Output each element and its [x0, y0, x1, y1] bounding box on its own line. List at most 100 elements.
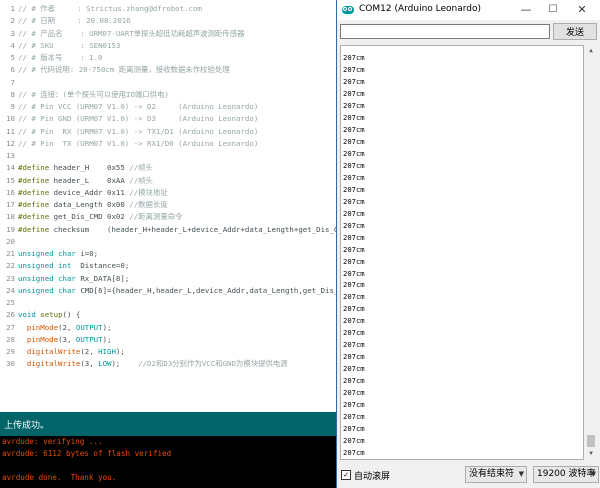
scroll-up-arrow-icon[interactable]: ▲: [585, 45, 597, 57]
code-line: 1// # 作者 : Strictus.zhang@dfrobot.com: [0, 3, 336, 15]
code-token: );: [102, 322, 112, 332]
console-line: avrdude: verifying ...: [2, 437, 103, 446]
line-number: 26: [6, 310, 15, 320]
serial-output-line: 207cm: [343, 184, 365, 194]
chevron-down-icon: ▼: [590, 470, 596, 478]
line-number: 24: [6, 285, 15, 295]
baud-rate-select[interactable]: 19200 波特率 ▼: [533, 466, 599, 483]
code-line: 28 pinMode(3, OUTPUT);: [0, 334, 336, 346]
line-number: 27: [6, 322, 15, 332]
line-code: // # SKU : SEN0153: [18, 40, 120, 52]
serial-output-area[interactable]: 207cm 207cm 207cm 207cm 207cm 207cm 207cm 207cm…: [340, 45, 584, 460]
code-token: OUTPUT: [75, 334, 103, 344]
serial-output-line: 207cm: [343, 340, 365, 350]
send-button[interactable]: 发送: [553, 23, 597, 40]
serial-output-scrollbar[interactable]: ▲ ▼: [585, 45, 597, 460]
line-code: digitalWrite(3, LOW); //D2和D3分别作为VCC和GND…: [18, 358, 288, 370]
code-line: 14 #define header_H 0x55 //帧头: [0, 162, 336, 174]
code-token: header_H 0x55: [49, 163, 130, 173]
line-number: 6: [10, 65, 15, 75]
serial-monitor-window: COM12 (Arduino Leonardo) — ☐ ✕ 发送 207cm 2…: [336, 0, 600, 488]
code-line: 3// # 产品名 : URM07-UART单探头超低功耗超声波测距传感器: [0, 28, 336, 40]
code-token: // # Pin VCC (URM07 V1.0) -> D2 (Arduino…: [18, 102, 259, 111]
serial-output-line: 207cm: [343, 304, 365, 314]
code-token: #define: [18, 212, 50, 222]
serial-output-line: 207cm: [343, 268, 365, 278]
line-number: 16: [6, 187, 15, 197]
code-editor[interactable]: 1// # 作者 : Strictus.zhang@dfrobot.com 2//…: [0, 0, 336, 412]
line-number: 25: [6, 298, 15, 307]
code-line: 25: [0, 297, 336, 309]
code-line: 8// # 连接：(单个探头可以使用IO端口供电): [0, 89, 336, 101]
line-number: 1: [10, 4, 15, 13]
line-code: // # 代码说明: 20-750cm 距离测量，接收数据未作校验处理: [18, 64, 230, 76]
serial-monitor-titlebar[interactable]: COM12 (Arduino Leonardo) — ☐ ✕: [337, 0, 600, 20]
minimize-button[interactable]: —: [513, 0, 539, 20]
serial-output-line: 207cm: [343, 208, 365, 218]
code-token: // # Pin GND (URM07 V1.0) -> D3 (Arduino…: [18, 114, 259, 124]
line-ending-select[interactable]: 没有结束符 ▼: [465, 466, 527, 483]
code-token: );: [111, 359, 139, 369]
line-number: 8: [10, 89, 15, 99]
code-token: // # 作者 : Strictus.zhang@dfrobot.com: [18, 4, 202, 13]
code-token: (3,: [80, 359, 99, 369]
code-token: );: [115, 347, 125, 356]
minimize-icon: —: [520, 3, 532, 16]
line-code: #define get_Dis_CMD 0x02 //距离测量命令: [18, 211, 183, 223]
code-token: char: [58, 285, 76, 295]
serial-output-line: 207cm: [343, 172, 365, 182]
code-token: get_Dis_CMD 0x02: [49, 212, 130, 222]
code-token: // # 代码说明: 20-750cm 距离测量，接收数据未作校验处理: [18, 65, 230, 75]
code-token: // # SKU : SEN0153: [18, 40, 121, 50]
line-code: #define data_Length 0x00 //数据长度: [18, 199, 168, 211]
code-token: // # 产品名 : URM07-UART单探头超低功耗超声波测距传感器: [18, 28, 245, 38]
serial-output-line: 207cm: [343, 88, 365, 98]
serial-output-line: 207cm: [343, 376, 365, 386]
autoscroll-checkbox[interactable]: ✓: [341, 470, 351, 480]
code-token: device_Addr 0x11: [49, 187, 130, 197]
code-token: // # Pin TX (URM07 V1.0) -> RX1/D0 (Ardu…: [18, 138, 259, 148]
console-output[interactable]: avrdude: verifying ... avrdude: 6112 byte…: [0, 436, 336, 488]
code-line: 26 void setup() {: [0, 309, 336, 321]
line-code: // # 版本号 : 1.0: [18, 52, 102, 64]
code-token: checksum (header_H+header_L+device_Addr+…: [49, 224, 336, 234]
serial-output-line: 207cm: [343, 100, 365, 110]
maximize-icon: ☐: [548, 4, 558, 15]
code-token: LOW: [98, 359, 112, 369]
serial-send-input[interactable]: [340, 24, 550, 39]
autoscroll-label: 自动滚屏: [354, 472, 391, 482]
serial-output-line: 207cm: [343, 388, 365, 398]
line-number: 28: [6, 334, 15, 344]
line-code: // # Pin TX (URM07 V1.0) -> RX1/D0 (Ardu…: [18, 138, 258, 150]
code-line: 20: [0, 236, 336, 248]
arduino-app-icon: [342, 6, 354, 14]
line-number: 17: [6, 200, 15, 209]
code-token: unsigned: [18, 249, 54, 258]
scroll-down-arrow-icon[interactable]: ▼: [585, 448, 597, 460]
close-button[interactable]: ✕: [569, 0, 595, 20]
maximize-button[interactable]: ☐: [540, 0, 566, 20]
line-number: 4: [10, 40, 15, 50]
code-token: #define: [18, 163, 50, 173]
line-code: pinMode(2, OUTPUT);: [18, 322, 112, 334]
code-line: 29 digitalWrite(2, HIGH);: [0, 346, 336, 358]
serial-output-line: 207cm: [343, 256, 365, 266]
code-line: 27 pinMode(2, OUTPUT);: [0, 322, 336, 334]
serial-output-line: 207cm: [343, 436, 365, 446]
chevron-down-icon: ▼: [518, 470, 524, 478]
console-line: avrdude done. Thank you.: [2, 473, 117, 482]
line-number: 12: [6, 138, 15, 148]
scroll-thumb[interactable]: [587, 435, 595, 447]
line-number: 21: [6, 249, 15, 258]
line-code: // # Pin VCC (URM07 V1.0) -> D2 (Arduino…: [18, 101, 258, 113]
code-token: //距离测量命令: [129, 212, 183, 222]
code-token: );: [102, 334, 112, 344]
code-token: HIGH: [98, 347, 116, 356]
code-token: (2,: [58, 322, 76, 332]
serial-output-line: 207cm: [343, 424, 365, 434]
code-token: #define: [18, 187, 50, 197]
serial-output-line: 207cm: [343, 412, 365, 422]
